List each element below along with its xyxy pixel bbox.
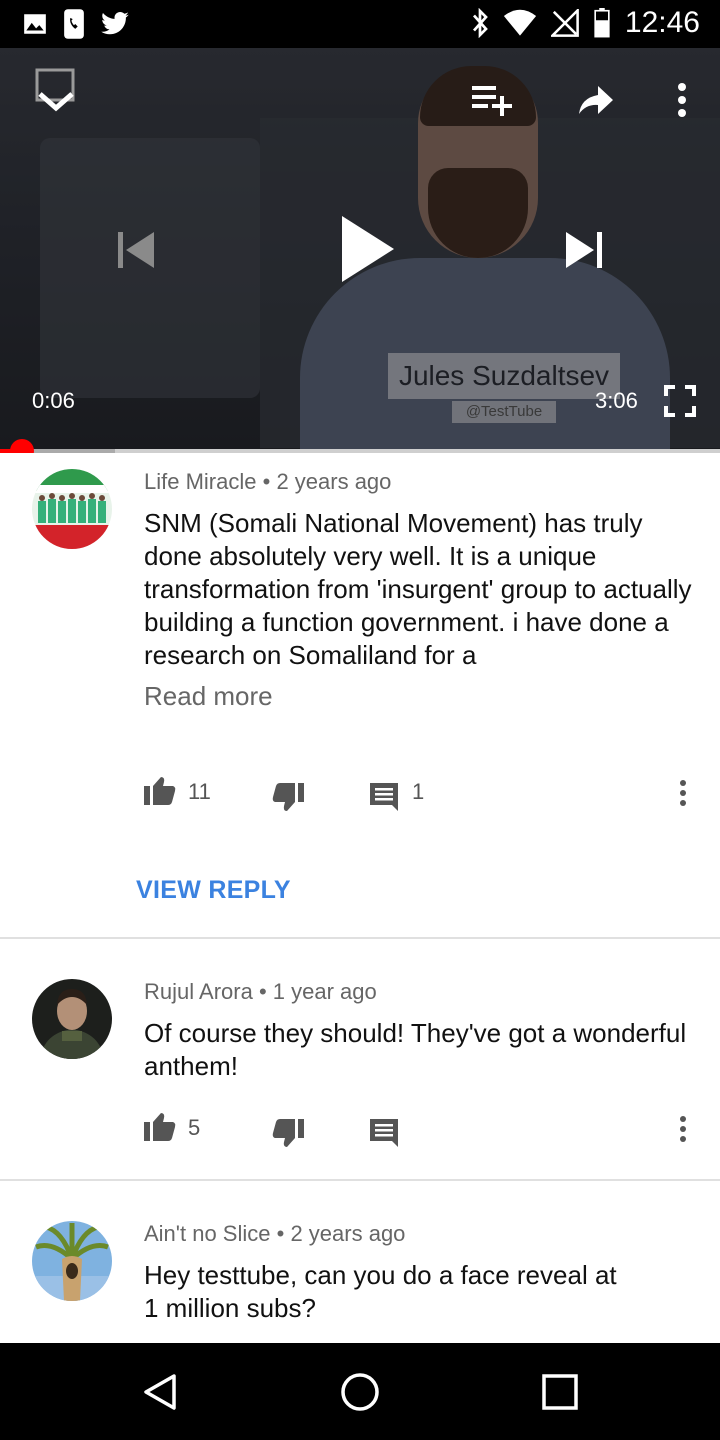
comment-meta: Ain't no Slice • 2 years ago xyxy=(144,1221,405,1247)
collapse-icon[interactable] xyxy=(34,68,78,114)
no-signal-icon xyxy=(550,9,579,37)
read-more-link[interactable]: Read more xyxy=(144,681,273,712)
comment-more-icon[interactable] xyxy=(678,779,688,807)
like-count: 11 xyxy=(188,779,211,804)
duration: 3:06 xyxy=(595,388,638,413)
meta-separator: • xyxy=(258,979,267,1004)
more-vert-icon[interactable] xyxy=(676,82,688,118)
home-icon[interactable] xyxy=(340,1372,380,1412)
comments-list[interactable]: Life Miracle • 2 years ago SNM (Somali N… xyxy=(0,453,720,1343)
share-icon[interactable] xyxy=(578,84,614,116)
comment-more-icon[interactable] xyxy=(678,1115,688,1143)
navigation-bar xyxy=(0,1343,720,1440)
avatar[interactable] xyxy=(32,469,112,549)
avatar[interactable] xyxy=(32,979,112,1059)
reply-icon[interactable] xyxy=(370,783,398,811)
comment-text: Hey testtube, can you do a face reveal a… xyxy=(144,1260,617,1323)
comment-author[interactable]: Life Miracle xyxy=(144,469,256,494)
meta-separator: • xyxy=(262,469,271,494)
phone-icon xyxy=(64,9,84,39)
current-time: 0:06 xyxy=(32,388,75,413)
meta-separator: • xyxy=(276,1221,285,1246)
view-reply-button[interactable]: VIEW REPLY xyxy=(136,876,291,905)
fullscreen-icon[interactable] xyxy=(664,385,696,417)
like-icon[interactable] xyxy=(144,775,176,805)
divider xyxy=(0,937,720,939)
dislike-icon[interactable] xyxy=(272,783,304,813)
comment-age: 2 years ago xyxy=(276,469,392,494)
comment-age: 2 years ago xyxy=(290,1221,406,1246)
video-player[interactable]: Jules Suzdaltsev @TestTube 0:06 3:06 xyxy=(0,48,720,450)
play-icon[interactable] xyxy=(340,214,396,284)
wifi-icon xyxy=(503,9,537,36)
add-to-playlist-icon[interactable] xyxy=(472,84,514,116)
avatar[interactable] xyxy=(32,1221,112,1301)
dislike-icon[interactable] xyxy=(272,1119,304,1149)
back-icon[interactable] xyxy=(142,1373,178,1411)
gallery-icon xyxy=(24,14,46,34)
clock: 12:46 xyxy=(624,6,700,39)
reply-icon[interactable] xyxy=(370,1119,398,1147)
comment-age: 1 year ago xyxy=(272,979,377,1004)
comment-meta: Life Miracle • 2 years ago xyxy=(144,469,391,495)
comment-actions: 11 1 xyxy=(144,773,704,813)
like-count: 5 xyxy=(188,1115,201,1140)
battery-icon xyxy=(594,8,610,38)
comment-author[interactable]: Ain't no Slice xyxy=(144,1221,271,1246)
divider xyxy=(0,1179,720,1181)
comment-actions: 5 xyxy=(144,1109,704,1149)
twitter-icon xyxy=(101,12,129,35)
reply-count: 1 xyxy=(412,779,425,804)
like-icon[interactable] xyxy=(144,1111,176,1141)
bluetooth-icon xyxy=(472,8,488,38)
comment-author[interactable]: Rujul Arora xyxy=(144,979,253,1004)
comment-text: Of course they should! They've got a won… xyxy=(144,1018,687,1081)
status-bar: 12:46 xyxy=(0,0,720,48)
comment-text: SNM (Somali National Movement) has truly… xyxy=(144,508,692,670)
next-icon[interactable] xyxy=(564,230,604,270)
recents-icon[interactable] xyxy=(542,1374,578,1410)
previous-icon[interactable] xyxy=(116,230,156,270)
comment-meta: Rujul Arora • 1 year ago xyxy=(144,979,377,1005)
